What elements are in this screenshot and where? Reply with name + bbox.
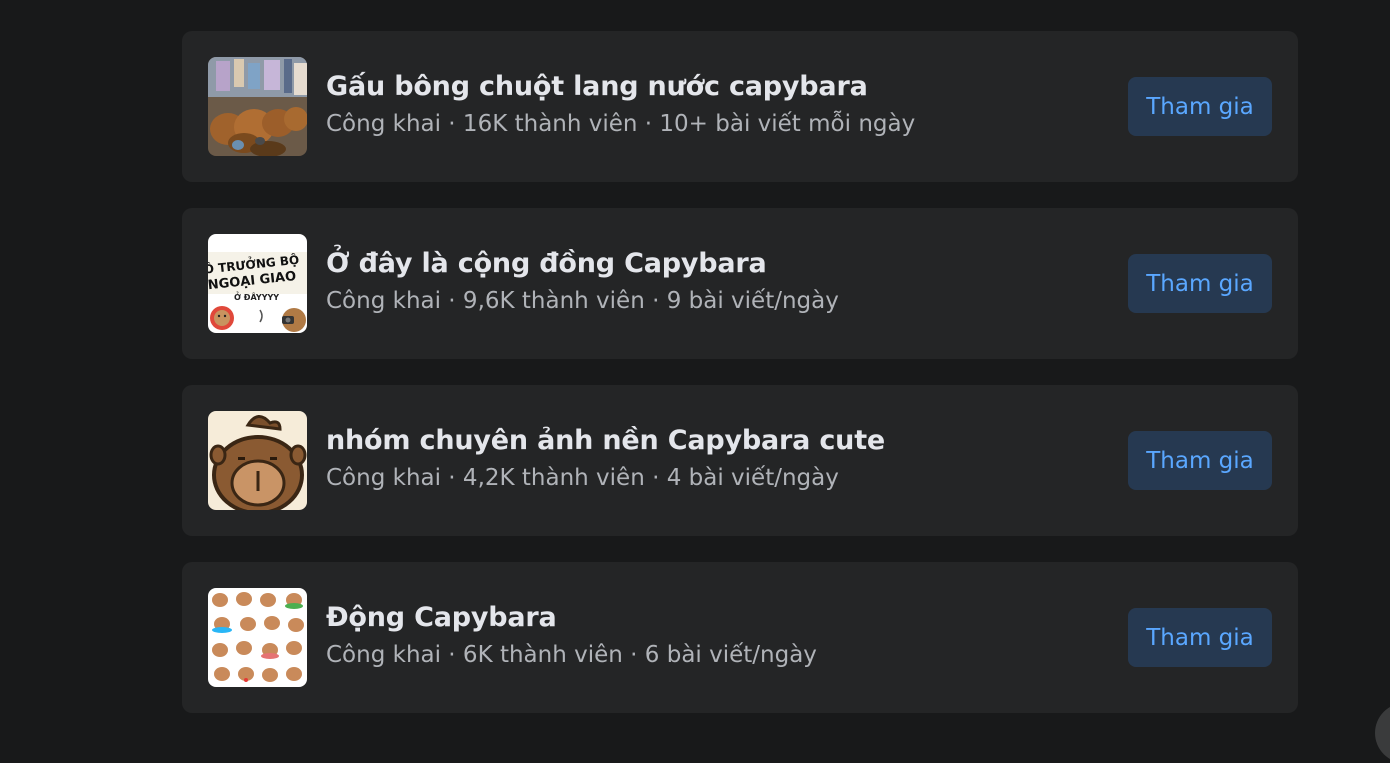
group-card: Gấu bông chuột lang nước capybara Công k…	[182, 31, 1298, 182]
join-group-button[interactable]: Tham gia	[1128, 431, 1272, 490]
group-suggestions-list: Gấu bông chuột lang nước capybara Công k…	[182, 31, 1298, 739]
group-meta: Công khai · 6K thành viên · 6 bài viết/n…	[326, 642, 817, 668]
group-thumbnail[interactable]	[208, 588, 307, 687]
group-card: Động Capybara Công khai · 6K thành viên …	[182, 562, 1298, 713]
group-meta: Công khai · 4,2K thành viên · 4 bài viết…	[326, 465, 839, 491]
capybara-sticker-grid-icon	[208, 588, 307, 687]
group-name[interactable]: Ở đây là cộng đồng Capybara	[326, 248, 767, 279]
group-meta: Công khai · 16K thành viên · 10+ bài viế…	[326, 111, 916, 137]
group-name[interactable]: Gấu bông chuột lang nước capybara	[326, 71, 868, 102]
capybara-face-cartoon-icon	[208, 411, 307, 510]
join-group-button[interactable]: Tham gia	[1128, 608, 1272, 667]
group-thumbnail[interactable]: Ô TRƯỞNG BỘ NGOẠI GIAO Ở ĐÂYYYY	[208, 234, 307, 333]
floating-action-button[interactable]	[1375, 703, 1390, 763]
group-name[interactable]: Động Capybara	[326, 602, 557, 633]
group-thumbnail[interactable]	[208, 57, 307, 156]
join-group-button[interactable]: Tham gia	[1128, 77, 1272, 136]
group-name[interactable]: nhóm chuyên ảnh nền Capybara cute	[326, 425, 885, 456]
capybara-sticker-thumbnail-icon: Ô TRƯỞNG BỘ NGOẠI GIAO Ở ĐÂYYYY	[208, 234, 307, 333]
group-thumbnail[interactable]	[208, 411, 307, 510]
group-meta: Công khai · 9,6K thành viên · 9 bài viết…	[326, 288, 839, 314]
capybara-plush-photo-icon	[208, 57, 307, 156]
group-card: Ô TRƯỞNG BỘ NGOẠI GIAO Ở ĐÂYYYY Ở đây là…	[182, 208, 1298, 359]
group-card: nhóm chuyên ảnh nền Capybara cute Công k…	[182, 385, 1298, 536]
join-group-button[interactable]: Tham gia	[1128, 254, 1272, 313]
